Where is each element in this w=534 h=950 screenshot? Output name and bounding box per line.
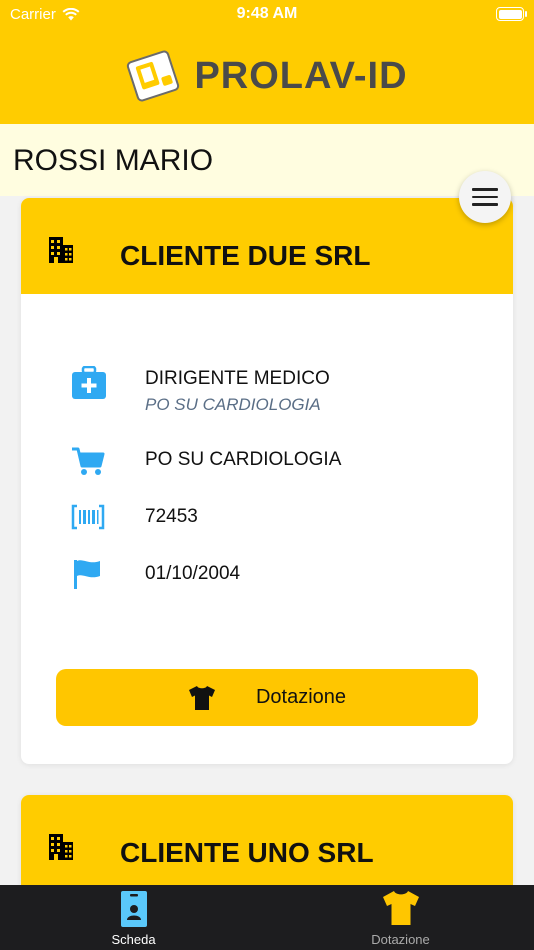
building-icon [49,834,73,860]
shopping-cart-icon [72,447,105,475]
barcode-icon [71,504,105,530]
app-title: PROLAV-ID [194,54,408,97]
tab-dotazione[interactable]: Dotazione [267,885,534,950]
tshirt-icon [188,685,215,710]
card-header: CLIENTE UNO SRL [21,795,513,891]
clock: 9:48 AM [236,5,298,22]
tab-dotazione-label: Dotazione [371,932,430,947]
battery-icon [496,7,527,21]
hamburger-menu-icon [472,188,498,191]
tab-scheda[interactable]: Scheda [0,885,267,950]
tshirt-icon [382,891,419,925]
start-date: 01/10/2004 [145,563,241,584]
client-card: CLIENTE DUE SRL DIRIGENTE MEDICO PO SU C… [21,198,513,764]
role-title: DIRIGENTE MEDICO [145,368,330,389]
logo: PROLAV-ID [126,50,407,102]
tab-bar: Scheda Dotazione [0,885,534,950]
dotazione-button[interactable]: Dotazione [56,669,478,726]
role-department: PO SU CARDIOLOGIA [145,395,321,414]
medical-kit-icon [72,366,106,399]
department-name: PO SU CARDIOLOGIA [145,449,342,470]
flag-icon [74,560,100,589]
badge-number: 72453 [145,506,198,527]
tab-scheda-label: Scheda [111,932,156,947]
app-header: PROLAV-ID [0,28,534,124]
user-name: ROSSI MARIO [13,144,214,177]
status-bar: Carrier 9:48 AM [0,0,534,28]
company-name: CLIENTE UNO SRL [120,837,374,868]
id-card-logo-icon [127,50,180,102]
company-name: CLIENTE DUE SRL [120,240,371,271]
id-badge-icon [120,891,147,927]
user-name-bar: ROSSI MARIO [0,124,534,196]
card-header: CLIENTE DUE SRL [21,198,513,294]
hamburger-menu-button[interactable] [459,171,511,223]
building-icon [49,237,73,263]
dotazione-button-label: Dotazione [255,686,347,708]
